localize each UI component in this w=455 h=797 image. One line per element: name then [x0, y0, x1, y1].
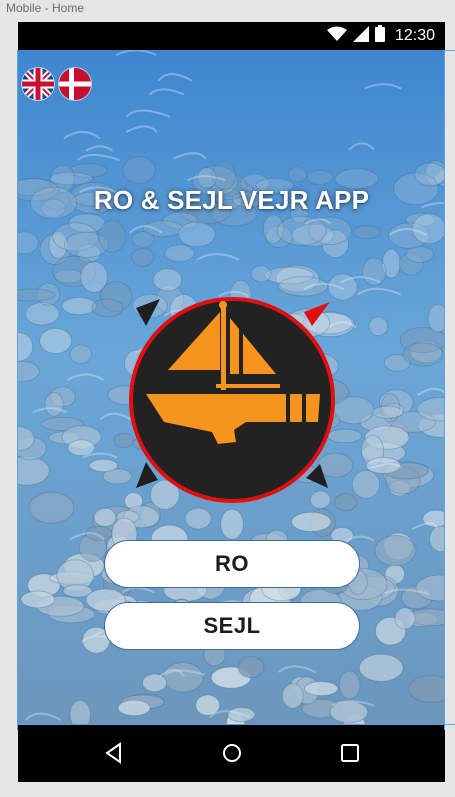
- home-icon[interactable]: [220, 741, 244, 765]
- back-icon[interactable]: [102, 741, 126, 765]
- status-time: 12:30: [394, 27, 435, 44]
- ro-button[interactable]: RO: [104, 540, 360, 588]
- pebble-shape: [394, 607, 416, 630]
- pebble-shape: [402, 342, 444, 367]
- navigation-bar: [18, 724, 445, 782]
- pebble-shape: [20, 590, 56, 609]
- pebble-shape: [276, 215, 327, 246]
- sailboat-logo: [126, 282, 338, 514]
- pebble-shape: [361, 257, 387, 286]
- uk-flag-icon[interactable]: [22, 68, 54, 100]
- pebble-shape: [61, 296, 97, 316]
- home-screen: RO & SEJL VEJR APP RO SEJL: [18, 50, 445, 724]
- pebble-shape: [290, 511, 332, 532]
- guide-line-left: [17, 50, 18, 730]
- pebble-shape: [287, 165, 308, 183]
- sejl-button[interactable]: SEJL: [104, 602, 360, 650]
- pebble-shape: [164, 244, 195, 263]
- pebble-shape: [39, 327, 73, 355]
- pebble-shape: [130, 247, 155, 267]
- pebble-shape: [371, 405, 404, 419]
- pebble-shape: [18, 288, 56, 302]
- pebble-shape: [351, 469, 381, 500]
- pebble-shape: [427, 303, 445, 333]
- battery-icon: [374, 25, 385, 47]
- pebble-shape: [405, 245, 435, 264]
- pebble-shape: [88, 458, 118, 473]
- pebble-shape: [178, 221, 216, 248]
- corner-triangle-top-right-icon: [304, 302, 330, 326]
- pebble-shape: [358, 653, 404, 682]
- pebble-shape: [117, 699, 151, 717]
- corner-triangle-top-left-icon: [136, 299, 160, 326]
- denmark-flag-icon[interactable]: [59, 68, 91, 100]
- pebble-shape: [80, 261, 109, 293]
- pebble-shape: [281, 683, 304, 709]
- pebble-shape: [67, 439, 96, 457]
- pebble-shape: [69, 699, 92, 724]
- guide-line-bottom: [18, 724, 455, 725]
- status-bar: 12:30: [18, 22, 445, 50]
- frame-label: Mobile - Home: [6, 1, 85, 15]
- pebble-shape: [237, 655, 265, 679]
- pebble-shape: [338, 670, 361, 700]
- pebble-shape: [91, 298, 124, 318]
- phone-device: 12:30 RO & SEJL VEJR APP RO SEJL: [18, 22, 445, 782]
- pebble-shape: [24, 301, 60, 326]
- app-title: RO & SEJL VEJR APP: [93, 185, 370, 215]
- pebble-shape: [303, 681, 339, 697]
- pebble-shape: [44, 392, 64, 417]
- language-selector: [22, 68, 91, 100]
- wifi-icon: [326, 26, 347, 47]
- pebble-shape: [162, 662, 204, 693]
- pebble-shape: [131, 230, 155, 248]
- recents-icon[interactable]: [338, 741, 362, 765]
- pebble-shape: [411, 213, 445, 245]
- pebble-shape: [98, 220, 126, 253]
- pebble-shape: [250, 265, 272, 283]
- pebble-shape: [414, 162, 445, 187]
- guide-line-right: [444, 50, 445, 730]
- pebble-shape: [28, 491, 75, 524]
- signal-icon: [352, 25, 369, 47]
- pebble-shape: [69, 344, 93, 365]
- pebble-shape: [93, 507, 117, 527]
- pebble-shape: [374, 535, 417, 567]
- pebble-shape: [141, 673, 168, 693]
- pebble-shape: [352, 224, 381, 240]
- pebble-shape: [122, 156, 156, 184]
- pebble-shape: [368, 316, 389, 337]
- guide-line-top: [444, 50, 455, 51]
- pebble-shape: [306, 169, 334, 186]
